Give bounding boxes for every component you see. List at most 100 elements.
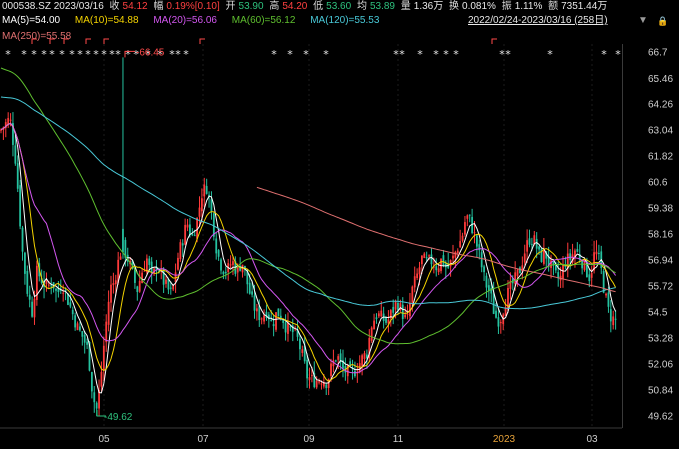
code-date: 000538.SZ 2023/03/16 [2,1,104,12]
candle-body [406,313,409,315]
y-tick-label: 56.94 [648,256,673,267]
signal-star-icon: * [41,48,47,61]
date-range-selector[interactable]: 2022/02/24-2023/03/16 (258日) [468,14,608,28]
candle-body [576,248,579,252]
candle-body [229,264,232,266]
candle-body [334,360,337,362]
candle-body [404,314,407,318]
candle-body [538,246,540,250]
candle-body [90,372,93,392]
candle-body [253,295,256,311]
candle-body [377,313,380,317]
candle-body [564,265,567,267]
candle-body [71,309,74,315]
candle-body [50,285,53,287]
ma10-line [0,122,617,382]
candle-body [612,316,615,326]
candle-body [26,271,29,294]
candle-body [519,267,521,274]
candle-body [110,284,112,303]
candle-body [485,275,488,288]
red-bracket-marker [491,38,497,44]
candle-body [308,377,311,380]
amplitude-value: 1.11% [514,1,543,12]
kline-chart[interactable]: 66.7 65.46 64.26 63.04 61.82 60.6 59.38 58.16 56… [0,0,679,449]
amount-label: 额 [548,1,559,12]
ma20-line [0,122,617,374]
y-tick-label: 58.16 [648,230,673,241]
candle-body [425,257,428,259]
candle-body [189,224,191,236]
candle-body [45,281,48,285]
candle-body [562,265,564,279]
candle-body [452,255,454,259]
signal-star-icon: * [115,48,121,61]
candle-body [16,163,19,189]
red-bracket-marker [85,38,91,44]
turnover-value: 0.081% [462,1,496,12]
signal-star-icon: * [77,48,83,61]
candle-body [275,312,277,330]
candle-body [270,320,273,322]
candle-body [24,252,26,274]
candle-body [492,293,495,314]
signal-star-icon: * [547,48,553,61]
candle-body [224,271,227,274]
candle-body [232,261,234,265]
signal-star-icon: * [433,48,439,61]
signal-star-icon: * [443,48,449,61]
close-value: 54.12 [122,1,148,12]
ma10-legend: MA(10)=54.88 [74,15,139,26]
candle-body [31,301,33,317]
candle-body [14,145,17,164]
candle-body [420,255,423,265]
candle-body [466,215,469,219]
candle-body [476,235,478,247]
candle-body [507,287,509,311]
y-tick-label: 59.38 [648,204,673,215]
change-label: 幅 [153,1,164,12]
candle-body [28,294,31,300]
amplitude-label: 振 [501,1,512,12]
amount-value: 7351.44万 [561,1,608,12]
candle-body [248,282,251,294]
candle-body [62,292,65,294]
y-tick-label: 60.6 [648,178,668,189]
candle-body [277,308,280,317]
candle-body [370,327,373,341]
open-value: 53.90 [238,1,264,12]
candle-body [461,235,464,241]
candle-body [310,375,313,377]
candle-body [299,338,301,350]
x-tick-label: 2023 [493,434,516,445]
candle-body [413,276,416,288]
candle-body [394,301,397,310]
signal-star-icon: * [601,48,607,61]
candle-body [363,353,366,359]
ma-legend-row1: MA(5)=54.00 MA(10)=54.88 MA(20)=56.06 MA… [2,14,391,28]
volume-label: 量 [400,1,411,12]
chevron-down-icon[interactable]: ▼ [638,14,648,28]
candle-body [169,287,172,289]
ma5-legend: MA(5)=54.00 [2,15,61,26]
signal-star-icon: * [505,48,511,61]
x-tick-label: 03 [586,434,598,445]
lock-icon[interactable]: 🔒 [657,14,668,28]
candle-body [464,222,466,235]
candle-body [95,402,98,409]
candle-body [289,326,292,328]
y-tick-label: 63.04 [648,126,673,137]
candle-body [177,257,179,270]
candle-body [354,370,356,377]
candle-body [122,228,124,253]
candle-body [614,318,617,320]
candle-body [516,269,519,276]
y-tick-label: 53.28 [648,334,673,345]
candle-body [119,256,122,260]
y-tick-label: 52.06 [648,360,673,371]
candle-body [251,291,254,295]
candle-body [193,235,196,237]
candle-body [222,271,225,275]
candle-body [418,267,421,275]
candle-body [318,381,320,383]
